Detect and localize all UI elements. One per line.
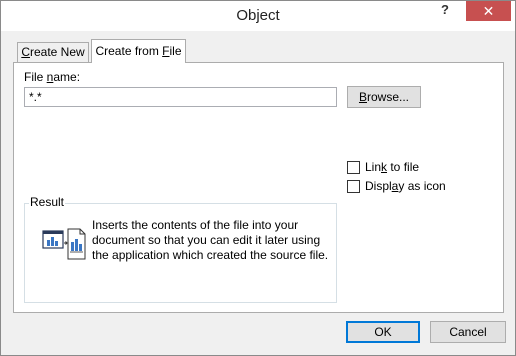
cancel-button[interactable]: Cancel bbox=[430, 321, 506, 343]
tab-create-new[interactable]: Create New bbox=[17, 42, 89, 62]
embed-document-icon bbox=[42, 226, 86, 262]
close-icon: ✕ bbox=[482, 3, 495, 19]
display-as-icon-checkbox[interactable] bbox=[347, 179, 360, 193]
result-group: Result Inserts the contents of the file … bbox=[24, 195, 337, 303]
file-name-label: File name: bbox=[24, 70, 81, 84]
result-legend: Result bbox=[29, 195, 66, 209]
result-description: Inserts the contents of the file into yo… bbox=[92, 218, 329, 262]
display-as-icon-label: Display as icon bbox=[365, 179, 446, 193]
file-name-input[interactable] bbox=[24, 87, 337, 107]
link-to-file-option[interactable]: Link to file bbox=[347, 160, 419, 174]
link-to-file-label: Link to file bbox=[365, 160, 420, 174]
tab-create-from-file[interactable]: Create from File bbox=[91, 39, 186, 63]
object-dialog: Object ? ✕ Create New Create from File F… bbox=[0, 0, 516, 356]
close-button[interactable]: ✕ bbox=[466, 1, 511, 21]
tab-panel: File name: Browse... Link to file Displa… bbox=[13, 62, 504, 313]
link-to-file-checkbox[interactable] bbox=[347, 160, 360, 174]
ok-button[interactable]: OK bbox=[346, 321, 420, 343]
display-as-icon-option[interactable]: Display as icon bbox=[347, 179, 446, 193]
title-bar: Object ? ✕ bbox=[1, 1, 515, 31]
help-button[interactable]: ? bbox=[432, 1, 458, 21]
browse-button[interactable]: Browse... bbox=[347, 86, 421, 108]
